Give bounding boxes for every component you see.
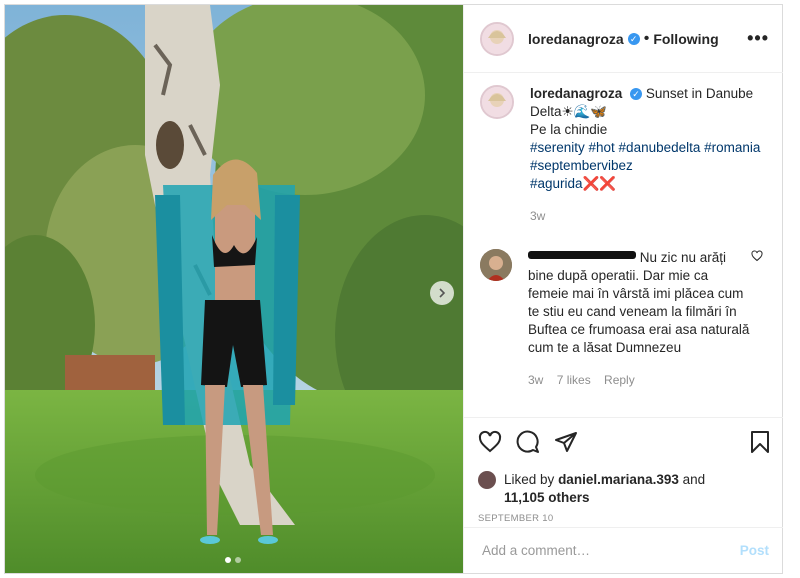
author-avatar[interactable] bbox=[480, 21, 514, 56]
photo-illustration bbox=[5, 5, 463, 573]
likes-summary: Liked by daniel.mariana.393 and 11,105 o… bbox=[478, 471, 771, 507]
header-separator: • bbox=[643, 29, 650, 47]
action-icons bbox=[478, 430, 771, 459]
carousel-next-button[interactable] bbox=[430, 281, 454, 305]
comment-icon[interactable] bbox=[516, 430, 540, 459]
liker-username[interactable]: daniel.mariana.393 bbox=[558, 472, 679, 487]
add-comment-bar: Post bbox=[464, 527, 783, 573]
liker-avatar[interactable] bbox=[478, 471, 496, 489]
comment-age[interactable]: 3w bbox=[528, 373, 543, 387]
comment-text: Nu zic nu arăți bine după operatii. Dar … bbox=[528, 250, 750, 355]
caption-hashtags-row1[interactable]: #serenity #hot #danubedelta #romania bbox=[530, 139, 773, 157]
comment-reply-button[interactable]: Reply bbox=[604, 373, 635, 387]
cross-emoji-icon: ❌❌ bbox=[582, 176, 617, 191]
action-bar: Liked by daniel.mariana.393 and 11,105 o… bbox=[464, 417, 783, 524]
chevron-right-icon bbox=[439, 288, 446, 298]
caption-body: loredanagroza ✓ Sunset in Danube Delta☀🌊… bbox=[530, 85, 773, 225]
instagram-post: loredanagroza ✓ • Following ••• loredana… bbox=[4, 4, 783, 574]
redacted-username bbox=[528, 251, 636, 259]
caption-username[interactable]: loredanagroza bbox=[530, 86, 622, 101]
caption-author-avatar[interactable] bbox=[480, 85, 514, 119]
carousel-dot bbox=[235, 557, 241, 563]
comment-item: Nu zic nu arăți bine după operatii. Dar … bbox=[480, 249, 773, 389]
caption-hashtags-row3[interactable]: #agurida bbox=[530, 176, 583, 191]
caption-line1-emojis: ☀🌊🦋 bbox=[561, 104, 608, 119]
post-side-panel: loredanagroza ✓ • Following ••• loredana… bbox=[463, 5, 783, 573]
verified-badge-icon: ✓ bbox=[630, 88, 643, 100]
comment-likes[interactable]: 7 likes bbox=[557, 373, 591, 387]
caption-line2: Pe la chindie bbox=[530, 122, 608, 137]
verified-badge-icon: ✓ bbox=[627, 32, 640, 45]
carousel-dots bbox=[225, 557, 241, 563]
bookmark-icon[interactable] bbox=[749, 430, 771, 459]
carousel-dot-active bbox=[225, 557, 231, 563]
caption-age[interactable]: 3w bbox=[530, 207, 773, 225]
likes-prefix: Liked by bbox=[504, 472, 555, 487]
follow-status-button[interactable]: Following bbox=[653, 31, 718, 47]
caption: loredanagroza ✓ Sunset in Danube Delta☀🌊… bbox=[480, 85, 773, 225]
likes-others[interactable]: 11,105 others bbox=[504, 490, 590, 505]
comment-meta: 3w 7 likes Reply bbox=[528, 371, 751, 389]
more-horizontal-icon[interactable]: ••• bbox=[747, 28, 769, 49]
comment-body: Nu zic nu arăți bine după operatii. Dar … bbox=[528, 249, 773, 389]
commenter-avatar[interactable] bbox=[480, 249, 512, 281]
add-comment-input[interactable] bbox=[480, 542, 740, 559]
comments-section: loredanagroza ✓ Sunset in Danube Delta☀🌊… bbox=[480, 85, 773, 389]
heart-icon[interactable] bbox=[478, 430, 502, 459]
post-comment-button[interactable]: Post bbox=[740, 543, 769, 558]
post-date[interactable]: SEPTEMBER 10 bbox=[478, 513, 771, 524]
likes-and: and bbox=[682, 472, 706, 487]
author-username[interactable]: loredanagroza bbox=[528, 31, 624, 47]
post-header: loredanagroza ✓ • Following ••• bbox=[464, 5, 783, 73]
post-photo[interactable] bbox=[5, 5, 463, 573]
caption-hashtags-row2[interactable]: #septembervibez bbox=[530, 157, 773, 175]
share-icon[interactable] bbox=[554, 430, 578, 459]
comment-like-heart-icon[interactable] bbox=[751, 249, 763, 267]
